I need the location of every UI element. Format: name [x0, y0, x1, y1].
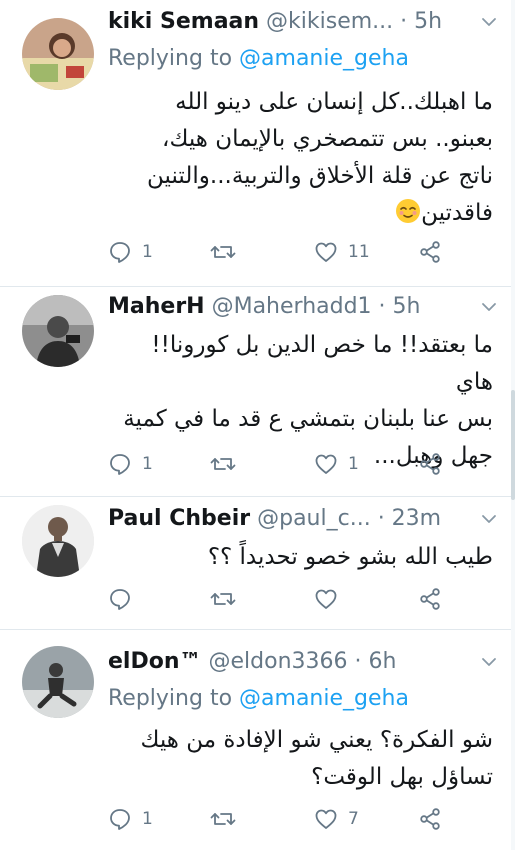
avatar[interactable] — [22, 18, 94, 90]
tweet-text-line: ناتج عن قلة الأخلاق والتربية...والتنين — [147, 163, 493, 189]
tweet-text: طيب الله بشو خصو تحديداً ؟؟ — [108, 539, 493, 576]
tweet-actions — [108, 586, 448, 612]
user-handle[interactable]: @kikisem... — [266, 9, 393, 34]
tweet-text-line: تساؤل بهل الوقت؟ — [311, 764, 493, 790]
tweet-text-line: ما اهبلك..كل إنسان على دينو الله — [175, 89, 493, 115]
like-count: 7 — [348, 809, 359, 829]
reply-count: 1 — [142, 242, 153, 262]
heart-icon — [315, 454, 337, 474]
scrollbar-thumb[interactable] — [511, 390, 515, 500]
scrollbar[interactable] — [511, 0, 515, 850]
retweet-icon — [210, 246, 236, 258]
chevron-down-icon[interactable] — [481, 299, 497, 315]
retweet-button[interactable] — [210, 806, 246, 832]
like-count: 1 — [348, 454, 359, 474]
tweet-actions: 1 11 — [108, 239, 448, 265]
like-button[interactable]: 7 — [314, 806, 359, 832]
share-button[interactable] — [418, 451, 442, 477]
reply-count: 1 — [142, 809, 153, 829]
avatar[interactable] — [22, 295, 94, 367]
share-button[interactable] — [418, 806, 442, 832]
tweet-text-line: طيب الله بشو خصو تحديداً ؟؟ — [207, 544, 493, 570]
like-button[interactable]: 1 — [314, 451, 359, 477]
chevron-down-icon[interactable] — [481, 14, 497, 30]
user-handle[interactable]: @paul_c... — [257, 506, 371, 531]
share-button[interactable] — [418, 239, 442, 265]
retweet-icon — [210, 593, 236, 605]
tweet-text: شو الفكرة؟ يعني شو الإفادة من هيك تساؤل … — [108, 722, 493, 796]
avatar[interactable] — [22, 646, 94, 718]
avatar[interactable] — [22, 505, 94, 577]
share-button[interactable] — [418, 586, 442, 612]
chevron-down-icon[interactable] — [481, 654, 497, 670]
display-name[interactable]: MaherH — [108, 294, 205, 319]
like-button[interactable] — [314, 586, 348, 612]
reply-button[interactable]: 1 — [108, 451, 153, 477]
like-count: 11 — [348, 242, 370, 262]
share-icon — [420, 453, 440, 475]
display-name[interactable]: kiki Semaan — [108, 9, 259, 34]
replying-to-label: Replying to — [108, 686, 233, 711]
reply-icon — [110, 454, 130, 475]
reply-button[interactable]: 1 — [108, 806, 153, 832]
heart-icon — [315, 589, 337, 609]
heart-icon — [315, 242, 337, 262]
heart-icon — [315, 809, 337, 829]
tweet-header: kiki Semaan @kikisem... · 5h — [108, 6, 497, 38]
reply-icon — [110, 809, 130, 830]
retweet-icon — [210, 813, 236, 825]
tweet-eldon[interactable]: elDon™ @eldon3366 · 6h Replying to @aman… — [0, 630, 515, 850]
retweet-icon — [210, 458, 236, 470]
timestamp[interactable]: · 5h — [379, 294, 421, 319]
timestamp[interactable]: · 5h — [400, 9, 442, 34]
replying-to-label: Replying to — [108, 46, 233, 71]
reply-icon — [110, 589, 130, 610]
tweet-paul-chbeir[interactable]: Paul Chbeir @paul_c... · 23m طيب الله بش… — [0, 497, 515, 628]
retweet-button[interactable] — [210, 586, 246, 612]
reply-button[interactable]: 1 — [108, 239, 153, 265]
share-icon — [420, 241, 440, 263]
retweet-button[interactable] — [210, 451, 246, 477]
tweet-actions: 1 7 — [108, 806, 448, 832]
tweet-text: ما اهبلك..كل إنسان على دينو الله بعبنو..… — [108, 84, 493, 232]
reply-button[interactable] — [108, 586, 142, 612]
tweet-text-line: بس عنا بلبنان بتمشي ع قد ما في كمية — [123, 406, 493, 432]
tweet-text-line-with-emoji: فاقدتين — [108, 195, 493, 232]
retweet-button[interactable] — [210, 239, 246, 265]
chevron-down-icon[interactable] — [481, 511, 497, 527]
replying-to: Replying to @amanie_geha — [108, 44, 409, 74]
user-handle[interactable]: @Maherhadd1 — [212, 294, 372, 319]
user-handle[interactable]: @eldon3366 — [209, 649, 348, 674]
share-icon — [420, 808, 440, 830]
share-icon — [420, 588, 440, 610]
tweet-header: elDon™ @eldon3366 · 6h — [108, 646, 497, 678]
tweet-text-line: ما بعتقد!! ما خص الدين بل كورونا!! هاي — [151, 332, 493, 395]
mention-link[interactable]: @amanie_geha — [239, 46, 409, 71]
reply-icon — [110, 242, 130, 263]
tweet-text-line: شو الفكرة؟ يعني شو الإفادة من هيك — [140, 727, 493, 753]
tweet-header: MaherH @Maherhadd1 · 5h — [108, 291, 497, 323]
tweet-kiki-semaan[interactable]: kiki Semaan @kikisem... · 5h Replying to… — [0, 0, 515, 285]
tweet-header: Paul Chbeir @paul_c... · 23m — [108, 503, 497, 535]
display-name[interactable]: Paul Chbeir — [108, 506, 250, 531]
timestamp[interactable]: · 23m — [378, 506, 441, 531]
relieved-face-emoji — [396, 199, 421, 223]
mention-link[interactable]: @amanie_geha — [239, 686, 409, 711]
replying-to: Replying to @amanie_geha — [108, 684, 409, 714]
tweet-actions: 1 1 — [108, 451, 448, 477]
tweet-maherh[interactable]: MaherH @Maherhadd1 · 5h ما بعتقد!! ما خص… — [0, 287, 515, 495]
tweet-text-line: فاقدتين — [421, 200, 493, 226]
display-name[interactable]: elDon™ — [108, 649, 202, 674]
reply-count: 1 — [142, 454, 153, 474]
timestamp[interactable]: · 6h — [355, 649, 397, 674]
tweet-text-line: بعبنو.. بس تتمصخري بالإيمان هيك، — [162, 126, 493, 152]
like-button[interactable]: 11 — [314, 239, 370, 265]
